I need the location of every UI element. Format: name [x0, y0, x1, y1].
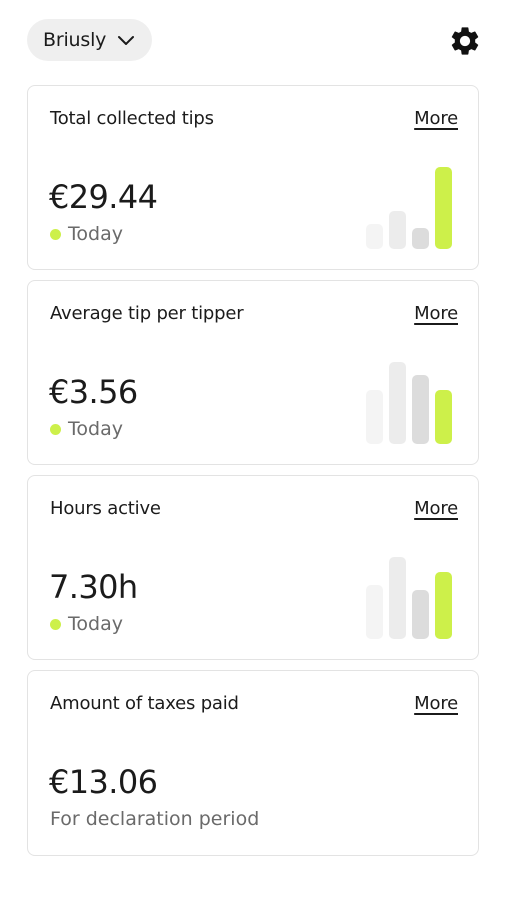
- bar-3: [412, 375, 429, 444]
- card-period: For declaration period: [50, 808, 259, 830]
- mini-bar-chart: [366, 557, 458, 639]
- bar-2: [389, 557, 406, 639]
- card-value: €13.06: [49, 763, 158, 801]
- card-hours-active: Hours active More 7.30h Today: [27, 475, 479, 660]
- more-link[interactable]: More: [414, 498, 458, 519]
- card-title: Hours active: [50, 498, 161, 519]
- bar-1: [366, 224, 383, 249]
- header: Briusly: [27, 19, 482, 63]
- more-link[interactable]: More: [414, 303, 458, 324]
- card-period: Today: [50, 223, 123, 245]
- card-title: Total collected tips: [50, 108, 214, 129]
- mini-bar-chart: [366, 362, 458, 444]
- card-title: Amount of taxes paid: [50, 693, 239, 714]
- bar-4: [435, 167, 452, 249]
- status-dot: [50, 423, 61, 435]
- gear-icon[interactable]: [448, 24, 482, 58]
- card-title: Average tip per tipper: [50, 303, 244, 324]
- bar-3: [412, 590, 429, 639]
- more-link[interactable]: More: [414, 108, 458, 129]
- card-period-label: Today: [68, 223, 123, 245]
- card-value: 7.30h: [49, 568, 138, 606]
- bar-2: [389, 362, 406, 444]
- card-period: Today: [50, 613, 123, 635]
- bar-2: [389, 211, 406, 249]
- status-dot: [50, 618, 61, 630]
- card-period-label: For declaration period: [50, 808, 260, 830]
- card-total-collected-tips: Total collected tips More €29.44 Today: [27, 85, 479, 270]
- card-value: €29.44: [49, 178, 158, 216]
- bar-3: [412, 228, 429, 249]
- bar-1: [366, 585, 383, 639]
- bar-4: [435, 572, 452, 639]
- card-average-tip: Average tip per tipper More €3.56 Today: [27, 280, 479, 465]
- card-period: Today: [50, 418, 123, 440]
- bar-4: [435, 390, 452, 444]
- chevron-down-icon: [118, 36, 135, 45]
- card-value: €3.56: [49, 373, 138, 411]
- card-period-label: Today: [68, 613, 123, 635]
- card-period-label: Today: [68, 418, 123, 440]
- organization-name: Briusly: [43, 29, 107, 51]
- organization-switcher[interactable]: Briusly: [27, 19, 153, 61]
- mini-bar-chart: [366, 167, 458, 249]
- more-link[interactable]: More: [414, 693, 458, 714]
- bar-1: [366, 390, 383, 444]
- status-dot: [50, 228, 61, 240]
- card-taxes-paid: Amount of taxes paid More €13.06 For dec…: [27, 670, 479, 856]
